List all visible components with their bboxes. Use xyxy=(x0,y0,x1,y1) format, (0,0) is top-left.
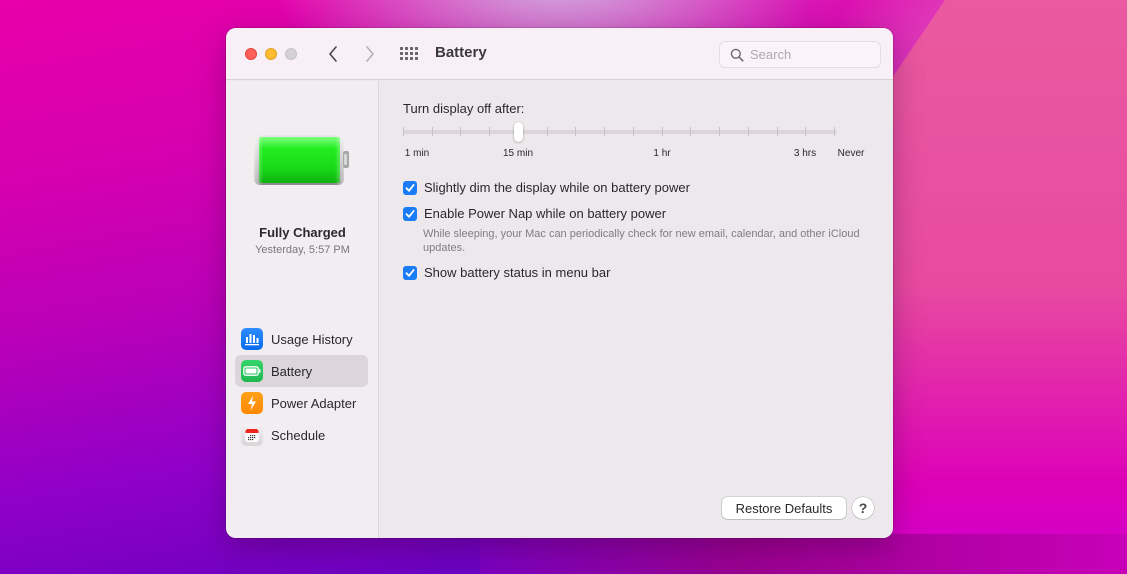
slider-tick xyxy=(460,127,461,136)
desktop-wallpaper-right xyxy=(867,0,1127,574)
chevron-right-icon xyxy=(366,46,374,62)
zoom-button[interactable] xyxy=(285,48,297,60)
checkmark-icon xyxy=(405,209,415,218)
battery-menu-bar-label: Show battery status in menu bar xyxy=(424,265,611,280)
restore-defaults-button[interactable]: Restore Defaults xyxy=(722,497,846,519)
calendar-icon xyxy=(241,424,263,446)
battery-status-title: Fully Charged xyxy=(259,225,346,240)
battery-settings-pane: Turn display off after: 1 min 15 min 1 hr 3… xyxy=(380,81,893,538)
battery-status-time: Yesterday, 5:57 PM xyxy=(255,244,350,256)
battery-menu-bar-checkbox[interactable] xyxy=(403,265,417,280)
title-bar: Battery xyxy=(226,28,893,80)
sidebar-item-label: Power Adapter xyxy=(271,395,357,411)
sidebar-item-usage-history[interactable]: Usage History xyxy=(235,323,368,355)
bar-chart-icon xyxy=(241,328,263,350)
dim-display-option[interactable]: Slightly dim the display while on batter… xyxy=(403,180,690,195)
slider-tick xyxy=(547,127,548,136)
slider-tick-label: Never xyxy=(837,148,865,159)
desktop-wallpaper-bottom xyxy=(480,534,1127,574)
battery-preferences-window: Battery Fully Char xyxy=(226,28,893,538)
slider-tick-label: 1 hr xyxy=(653,148,671,159)
close-button[interactable] xyxy=(245,48,257,60)
power-nap-checkbox[interactable] xyxy=(403,206,417,221)
slider-tick xyxy=(403,127,404,136)
chevron-left-icon xyxy=(329,46,337,62)
minimize-button[interactable] xyxy=(265,48,277,60)
slider-tick-label: 3 hrs xyxy=(793,148,817,159)
slider-tick-label: 1 min xyxy=(404,148,430,159)
slider-tick xyxy=(690,127,691,136)
show-all-button[interactable] xyxy=(400,46,420,62)
power-nap-description: While sleeping, your Mac can periodicall… xyxy=(423,228,860,254)
dim-display-checkbox[interactable] xyxy=(403,180,417,195)
help-button[interactable]: ? xyxy=(852,497,874,519)
checkmark-icon xyxy=(405,268,415,277)
window-title: Battery xyxy=(435,44,487,61)
slider-tick xyxy=(489,127,490,136)
checkmark-icon xyxy=(405,183,415,192)
sidebar-item-label: Schedule xyxy=(271,427,326,443)
slider-thumb[interactable] xyxy=(514,122,523,142)
display-off-slider[interactable] xyxy=(403,121,837,143)
lightning-icon xyxy=(241,392,263,414)
slider-tick xyxy=(633,127,634,136)
power-nap-label: Enable Power Nap while on battery power xyxy=(424,206,667,221)
slider-tick xyxy=(834,127,835,136)
search-field[interactable] xyxy=(719,41,881,68)
battery-menu-bar-option[interactable]: Show battery status in menu bar xyxy=(403,265,610,280)
battery-full-icon xyxy=(254,135,349,185)
slider-tick xyxy=(777,127,778,136)
slider-tick xyxy=(432,127,433,136)
battery-icon xyxy=(241,360,263,382)
slider-tick xyxy=(719,127,720,136)
slider-tick xyxy=(805,127,806,136)
back-button[interactable] xyxy=(323,43,343,65)
slider-tick-label: 15 min xyxy=(502,148,534,159)
slider-track xyxy=(403,130,837,134)
slider-tick xyxy=(575,127,576,136)
sidebar: Fully Charged Yesterday, 5:57 PM Usage H… xyxy=(226,81,379,538)
slider-tick xyxy=(662,127,663,136)
dim-display-label: Slightly dim the display while on batter… xyxy=(424,180,690,195)
display-off-label: Turn display off after: xyxy=(403,101,525,116)
power-nap-option[interactable]: Enable Power Nap while on battery power xyxy=(403,206,666,221)
sidebar-item-schedule[interactable]: Schedule xyxy=(235,419,368,451)
sidebar-item-power-adapter[interactable]: Power Adapter xyxy=(235,387,368,419)
slider-tick xyxy=(748,127,749,136)
search-input[interactable] xyxy=(750,47,870,62)
sidebar-item-label: Battery xyxy=(271,363,313,379)
sidebar-item-label: Usage History xyxy=(271,331,353,347)
forward-button[interactable] xyxy=(360,43,380,65)
sidebar-item-battery[interactable]: Battery xyxy=(235,355,368,387)
search-icon xyxy=(730,48,744,62)
slider-tick xyxy=(604,127,605,136)
